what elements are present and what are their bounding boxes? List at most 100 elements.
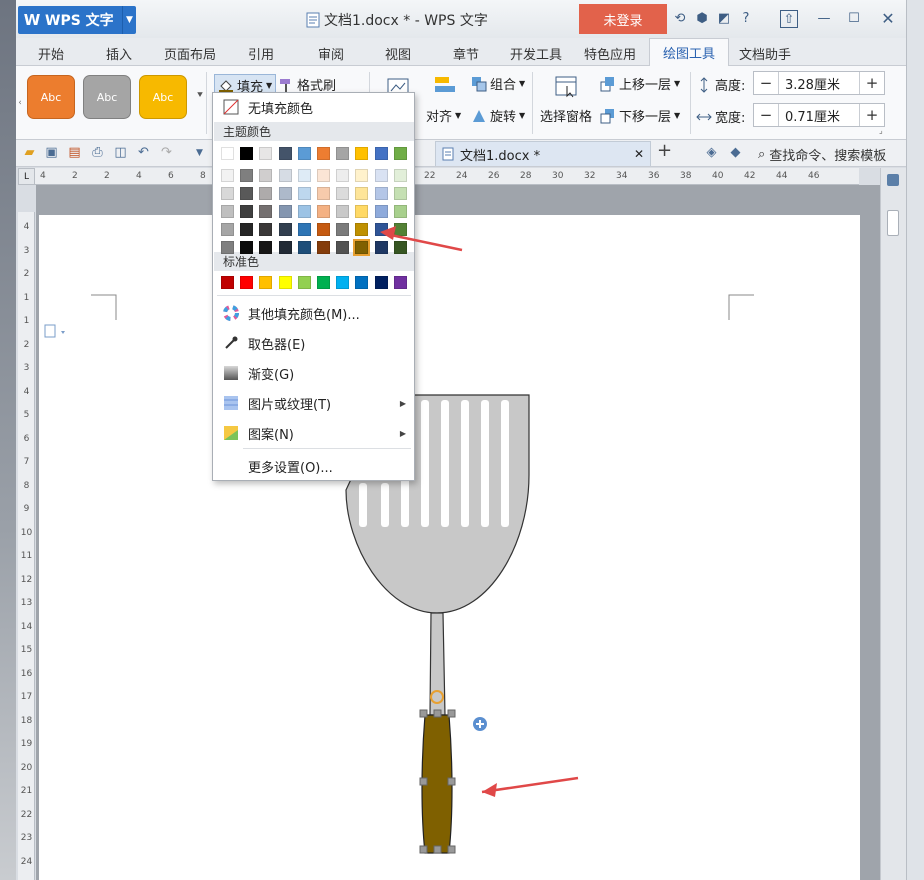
customize-dropdown-icon[interactable]: ▼ bbox=[192, 145, 207, 160]
theme-shade-swatch[interactable] bbox=[317, 187, 330, 200]
theme-shade-swatch[interactable] bbox=[374, 169, 388, 182]
theme-shade-swatch[interactable] bbox=[259, 205, 273, 218]
theme-shade-swatch[interactable] bbox=[374, 205, 388, 218]
sync-icon[interactable]: ⟲ bbox=[672, 10, 688, 26]
theme-shade-swatch[interactable] bbox=[317, 241, 330, 254]
theme-shade-swatch[interactable] bbox=[317, 169, 330, 182]
style-button-gray[interactable]: Abc bbox=[83, 75, 131, 119]
group-button[interactable]: 组合 ▼ bbox=[471, 74, 525, 93]
theme-shade-swatch[interactable] bbox=[297, 205, 311, 218]
theme-shade-swatch[interactable] bbox=[240, 169, 254, 182]
standard-color-swatch[interactable] bbox=[374, 276, 388, 289]
more-fill-colors-option[interactable]: 其他填充颜色(M)... bbox=[214, 300, 414, 326]
tab-special[interactable]: 特色应用 bbox=[584, 44, 636, 63]
tab-stop-selector[interactable]: L bbox=[18, 168, 35, 185]
minus-icon[interactable]: − bbox=[754, 104, 778, 126]
plus-icon[interactable]: + bbox=[860, 104, 884, 126]
maximize-icon[interactable]: ☐ bbox=[846, 10, 862, 26]
document-page[interactable] bbox=[39, 215, 860, 880]
tab-review[interactable]: 审阅 bbox=[318, 44, 344, 63]
help-icon[interactable]: ? bbox=[738, 10, 754, 26]
theme-color-swatch[interactable] bbox=[221, 147, 234, 160]
theme-shade-swatch[interactable] bbox=[259, 223, 273, 236]
new-tab-icon[interactable]: + bbox=[657, 140, 672, 161]
align-button[interactable]: 对齐 ▼ bbox=[426, 106, 461, 125]
close-icon[interactable]: ✕ bbox=[880, 9, 896, 28]
minus-icon[interactable]: − bbox=[754, 72, 778, 94]
standard-color-swatch[interactable] bbox=[297, 276, 311, 289]
theme-shade-swatch[interactable] bbox=[297, 187, 311, 200]
theme-shade-swatch[interactable] bbox=[393, 187, 407, 200]
eyedropper-option[interactable]: 取色器(E) bbox=[214, 330, 414, 356]
more-styles-icon[interactable]: ⯆ bbox=[196, 90, 204, 101]
theme-shade-swatch[interactable] bbox=[278, 205, 292, 218]
standard-color-swatch[interactable] bbox=[393, 276, 407, 289]
login-button[interactable]: 未登录 bbox=[579, 4, 667, 34]
theme-color-swatch[interactable] bbox=[259, 147, 273, 160]
vertical-scrollbar[interactable] bbox=[880, 168, 906, 880]
scroll-thumb[interactable] bbox=[887, 210, 899, 236]
theme-shade-swatch[interactable] bbox=[278, 169, 292, 182]
tab-drawing-tools[interactable]: 绘图工具 bbox=[649, 38, 729, 66]
undo-icon[interactable]: ↶ bbox=[136, 145, 151, 160]
theme-shade-swatch[interactable] bbox=[259, 187, 273, 200]
theme-shade-swatch[interactable] bbox=[297, 223, 311, 236]
bring-forward-button[interactable]: 上移一层 ▼ bbox=[600, 74, 680, 93]
theme-shade-swatch[interactable] bbox=[336, 205, 350, 218]
theme-shade-swatch[interactable] bbox=[221, 169, 234, 182]
theme-shade-swatch[interactable] bbox=[259, 241, 273, 254]
theme-shade-swatch[interactable] bbox=[393, 205, 407, 218]
theme-shade-swatch[interactable] bbox=[393, 169, 407, 182]
theme-shade-swatch[interactable] bbox=[297, 169, 311, 182]
more-settings-option[interactable]: 更多设置(O)... bbox=[214, 453, 414, 479]
theme-color-swatch[interactable] bbox=[317, 147, 330, 160]
theme-color-swatch[interactable] bbox=[297, 147, 311, 160]
redo-icon[interactable]: ↷ bbox=[159, 145, 174, 160]
theme-shade-swatch[interactable] bbox=[240, 223, 254, 236]
tab-references[interactable]: 引用 bbox=[248, 44, 274, 63]
standard-color-swatch[interactable] bbox=[221, 276, 234, 289]
app-menu-button[interactable]: W WPS 文字 ▼ bbox=[18, 6, 136, 34]
standard-color-swatch[interactable] bbox=[240, 276, 254, 289]
theme-shade-swatch[interactable] bbox=[336, 223, 350, 236]
plus-icon[interactable]: + bbox=[860, 72, 884, 94]
standard-color-swatch[interactable] bbox=[355, 276, 369, 289]
no-fill-option[interactable]: 无填充颜色 bbox=[214, 94, 414, 120]
height-input[interactable]: 3.28厘米 bbox=[778, 72, 860, 94]
chevron-left-icon[interactable]: ‹ bbox=[16, 66, 24, 140]
theme-shade-swatch[interactable] bbox=[336, 187, 350, 200]
theme-shade-swatch[interactable] bbox=[393, 223, 407, 236]
save-icon[interactable]: ▣ bbox=[44, 145, 59, 160]
theme-shade-swatch[interactable] bbox=[374, 223, 388, 236]
print-preview-icon[interactable]: ◫ bbox=[113, 145, 128, 160]
theme-color-swatch[interactable] bbox=[336, 147, 350, 160]
theme-shade-swatch[interactable] bbox=[374, 187, 388, 200]
theme-shade-swatch[interactable] bbox=[278, 187, 292, 200]
standard-color-swatch[interactable] bbox=[278, 276, 292, 289]
height-stepper[interactable]: − 3.28厘米 + bbox=[753, 71, 885, 95]
tab-insert[interactable]: 插入 bbox=[106, 44, 132, 63]
spatula-handle-shape[interactable] bbox=[419, 690, 487, 854]
feedback-icon[interactable]: ◩ bbox=[716, 10, 732, 26]
theme-shade-swatch[interactable] bbox=[278, 241, 292, 254]
theme-shade-swatch[interactable] bbox=[353, 239, 371, 256]
theme-shade-swatch[interactable] bbox=[374, 241, 388, 254]
theme-shade-swatch[interactable] bbox=[355, 187, 369, 200]
theme-color-swatch[interactable] bbox=[355, 147, 369, 160]
style-button-orange[interactable]: Abc bbox=[27, 75, 75, 119]
theme-shade-swatch[interactable] bbox=[221, 205, 234, 218]
theme-shade-swatch[interactable] bbox=[355, 169, 369, 182]
theme-color-swatch[interactable] bbox=[374, 147, 388, 160]
gradient-option[interactable]: 渐变(G) bbox=[214, 360, 414, 386]
minimize-icon[interactable]: — bbox=[816, 10, 832, 26]
command-search[interactable]: ⌕ 查找命令、搜索模板 bbox=[758, 145, 886, 164]
rotate-button[interactable]: 旋转 ▼ bbox=[471, 106, 525, 125]
close-tab-icon[interactable]: ✕ bbox=[634, 147, 644, 161]
comment-icon[interactable]: ◈ bbox=[704, 145, 719, 160]
tab-home[interactable]: 开始 bbox=[38, 44, 64, 63]
theme-shade-swatch[interactable] bbox=[355, 205, 369, 218]
standard-color-swatch[interactable] bbox=[317, 276, 330, 289]
selection-pane-button[interactable]: 选择窗格 bbox=[540, 106, 592, 125]
print-icon[interactable]: ⎙ bbox=[90, 145, 105, 160]
skin-icon[interactable]: ⬢ bbox=[694, 10, 710, 26]
